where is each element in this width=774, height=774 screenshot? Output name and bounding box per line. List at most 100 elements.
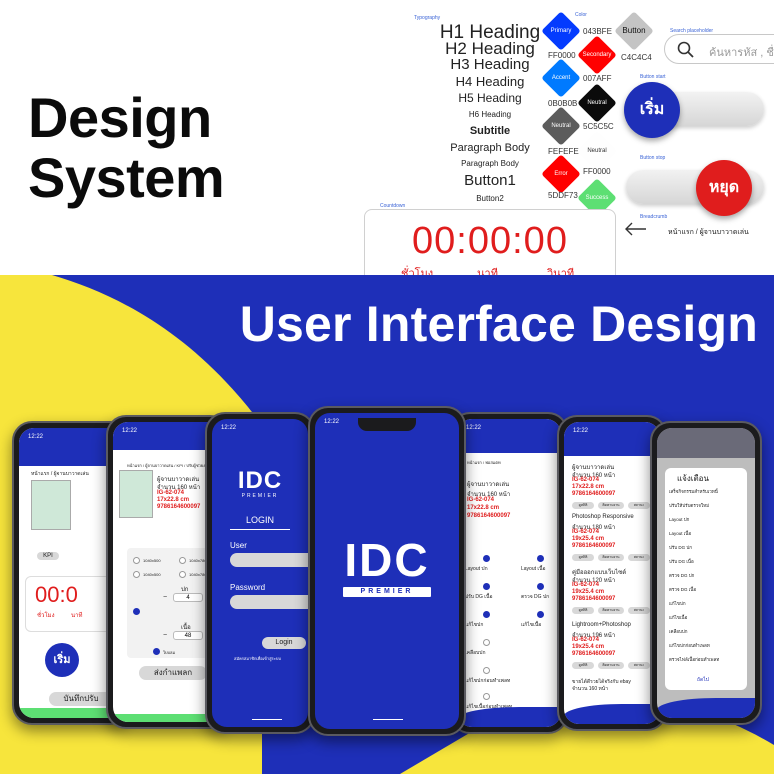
back-arrow-icon[interactable] xyxy=(624,222,648,236)
item-2-isbn: 9786164600097 xyxy=(572,543,616,549)
design-system-panel: Design System Typography H1 Heading H2 H… xyxy=(0,0,774,275)
item-2-stats-button[interactable]: ดูสถิติ xyxy=(572,554,594,561)
book-isbn: 9786164600097 xyxy=(157,504,201,510)
stop-button[interactable]: หยุด xyxy=(696,160,752,216)
item-3-isbn: 9786164600097 xyxy=(572,596,616,602)
notification-item-13: ตรวจไฟล์เนื้อก่อนทำเพลท xyxy=(669,657,720,662)
premier-logo: PREMIER xyxy=(241,493,279,499)
login-button[interactable]: Login xyxy=(262,637,306,649)
save-button[interactable]: บันทึกปรับ xyxy=(49,692,113,706)
search-input[interactable]: ค้นหารหัส , ชื่ xyxy=(664,34,774,64)
item-2-code: IG-62-074 xyxy=(572,529,600,535)
phone-status-options-screen: 12:22 หน้าแรก / ฟอสแตท ผู้จานบาวาดเล่น จ… xyxy=(457,419,561,727)
notification-item-7: ตรวจ DG ปก xyxy=(669,573,695,578)
phone-notifications-screen: แจ้งเตือน เสร็จกิจกรรมสำหรับเวทนี้ ปรับใ… xyxy=(657,428,755,718)
item-3-status-button[interactable]: สถานะ xyxy=(628,607,650,614)
notification-title: แจ้งเตือน xyxy=(677,474,709,483)
cover-quantity[interactable]: 4 xyxy=(173,593,203,602)
title-line-2: System xyxy=(28,146,225,209)
screen-footer xyxy=(657,698,755,718)
swatch-neutral-dark-hex: 0B0B0B xyxy=(548,99,578,108)
book-size: 17x22.8 cm xyxy=(157,497,190,503)
search-placeholder: ค้นหารหัส , ชื่ xyxy=(709,47,774,59)
breadcrumb: หน้าแรก / ผู้จานบาวาดเล่น / KPI / ปรับผู… xyxy=(127,463,211,468)
item-4-code: IG-62-074 xyxy=(572,637,600,643)
item-1-stats-button[interactable]: ดูสถิติ xyxy=(572,502,594,509)
item-2-track-button[interactable]: ติดตามงาน xyxy=(598,554,624,561)
status-radio-3[interactable] xyxy=(483,583,490,590)
cover-minus[interactable]: − xyxy=(163,594,167,601)
app-header xyxy=(657,428,755,458)
status-radio-1[interactable] xyxy=(483,555,490,562)
tag-label: ใบบลม xyxy=(163,650,176,655)
option-3-label: 1040x500 xyxy=(143,572,161,577)
status-dg-cover: ตรวจ DG ปก xyxy=(521,594,550,600)
content-minus[interactable]: − xyxy=(163,632,167,639)
breadcrumb: หน้าแรก / ฟอสแตท xyxy=(467,460,501,465)
phone-notch xyxy=(358,418,416,431)
item-3-stats-button[interactable]: ดูสถิติ xyxy=(572,607,594,614)
tag-radio[interactable] xyxy=(153,648,160,655)
option-radio-4[interactable] xyxy=(179,571,186,578)
user-input[interactable] xyxy=(230,553,308,567)
register-link[interactable]: สมัครสมาชิกเพื่อเข้าสู่ระบบ xyxy=(234,655,281,662)
swatch-neutral-light-hex: FEFEFE xyxy=(548,147,579,156)
notification-item-12: แก้ไขปกก่อนทำเพลท xyxy=(669,643,710,648)
content-quantity[interactable]: 48 xyxy=(173,631,203,640)
swatch-primary-hex: 043BFE xyxy=(583,27,612,36)
breadcrumb-label: Breadcrumb xyxy=(640,214,668,220)
notification-item-1: เสร็จกิจกรรมสำหรับเวทนี้ xyxy=(669,489,718,494)
phone-book-list-screen: 12:22 ผู้จานบาวาดเล่น จำนวน 160 หน้า IG-… xyxy=(564,422,660,724)
option-radio-1[interactable] xyxy=(133,557,140,564)
next-button[interactable]: ถัดไป xyxy=(697,676,709,684)
option-radio-3[interactable] xyxy=(133,571,140,578)
notification-item-2: ปรับให้ปรับตรวจใหม่ xyxy=(669,503,710,508)
status-radio-5[interactable] xyxy=(483,611,490,618)
status-radio-9[interactable] xyxy=(483,693,490,700)
item-2-title: Photoshop Responsive xyxy=(572,514,634,520)
item-4-stats-button[interactable]: ดูสถิติ xyxy=(572,662,594,669)
option-1-label: 1040x500 xyxy=(143,558,161,563)
screen-footer xyxy=(564,704,660,724)
option-radio-2[interactable] xyxy=(179,557,186,564)
item-3-track-button[interactable]: ติดตามงาน xyxy=(598,607,624,614)
start-button[interactable]: เริ่ม xyxy=(624,82,680,138)
status-layout-cover: Layout ปก xyxy=(465,566,488,572)
option-radio-5[interactable] xyxy=(133,608,140,615)
book-cover-image xyxy=(31,480,71,530)
status-radio-4[interactable] xyxy=(537,583,544,590)
button1-sample: Button1 xyxy=(464,172,516,189)
button-start-label: Button start xyxy=(640,74,666,80)
status-laminate: เคลือบปก xyxy=(465,650,486,656)
status-fix-cover-plate: แก้ไขปกก่อนทำเพลท xyxy=(465,678,511,684)
status-radio-2[interactable] xyxy=(537,555,544,562)
status-time: 12:22 xyxy=(122,428,138,434)
item-4-track-button[interactable]: ติดตามงาน xyxy=(598,662,624,669)
swatch-error-name: Error xyxy=(554,171,568,177)
status-radio-6[interactable] xyxy=(537,611,544,618)
item-2-status-button[interactable]: สถานะ xyxy=(628,554,650,561)
book-size: 17x22.8 cm xyxy=(467,505,500,511)
password-input[interactable] xyxy=(230,595,308,609)
ui-showcase-panel: User Interface Design 12:22 หน้าแรก / ผู… xyxy=(0,275,774,774)
subtitle-sample: Subtitle xyxy=(469,125,511,137)
status-radio-8[interactable] xyxy=(483,667,490,674)
phone-splash-screen: 12:22 IDC PREMIER xyxy=(315,413,459,729)
item-4-status-button[interactable]: สถานะ xyxy=(628,662,650,669)
status-dg-content: ปรับ DG เนื้อ xyxy=(465,594,493,600)
notification-item-11: เคลือบปก xyxy=(669,629,688,634)
status-fix-content: แก้ไขเนื้อ xyxy=(521,622,542,628)
swatch-button-hex: C4C4C4 xyxy=(621,53,652,62)
status-radio-7[interactable] xyxy=(483,639,490,646)
send-plate-button[interactable]: ส่งกำแพลก xyxy=(139,666,207,680)
kpi-chip[interactable]: KPI xyxy=(37,552,59,560)
item-1-status-button[interactable]: สถานะ xyxy=(628,502,650,509)
idc-logo: IDC xyxy=(237,467,283,494)
h6-sample: H6 Heading xyxy=(468,110,512,119)
status-fix-cover: แก้ไขปก xyxy=(465,622,484,628)
item-1-isbn: 9786164600097 xyxy=(572,491,616,497)
countdown-unit-minutes: นาที xyxy=(477,268,498,275)
item-3-code: IG-62-074 xyxy=(572,582,600,588)
start-button[interactable]: เริ่ม xyxy=(45,643,79,677)
item-1-track-button[interactable]: ติดตามงาน xyxy=(598,502,624,509)
